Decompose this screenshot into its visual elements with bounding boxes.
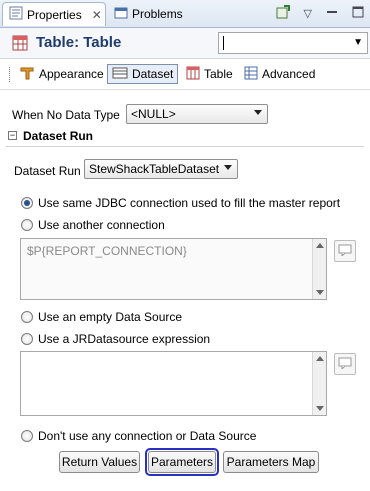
chevron-down-icon [224,165,232,170]
scroll-up-icon[interactable] [316,356,324,361]
scrollbar[interactable] [312,352,326,415]
dataset-run-select[interactable]: StewShackTableDataset [84,159,238,179]
tab-label: Problems [132,7,183,21]
title-bar: Table: Table ▼ [0,28,370,59]
table-icon [186,66,200,83]
jrdatasource-expression-field[interactable] [20,351,327,416]
radio-same-jdbc[interactable] [21,197,33,209]
radio-label-jrdatasource: Use a JRDatasource expression [38,332,211,346]
minimize-icon[interactable] [326,7,338,20]
expression-editor-icon [338,244,352,259]
select-value: <NULL> [131,107,176,121]
toolbar-grip [9,67,12,82]
section-tabs: Appearance Dataset Table Advanced [0,59,370,90]
connection-expression-field[interactable]: $P{REPORT_CONNECTION} [20,238,327,300]
page-title: Table: Table [36,34,122,51]
pin-icon[interactable] [276,5,290,22]
tab-label: Advanced [262,67,316,81]
radio-no-connection[interactable] [21,430,33,442]
properties-icon [9,6,23,23]
element-name-input[interactable]: ▼ [218,32,368,54]
radio-label-another-connection: Use another connection [38,218,165,232]
scroll-down-icon[interactable] [316,290,324,295]
maximize-icon[interactable] [352,6,364,21]
parameters-button[interactable]: Parameters [148,451,216,473]
scroll-down-icon[interactable] [316,406,324,411]
dataset-run-label: Dataset Run [14,164,81,178]
section-header-dataset-run: Dataset Run [23,129,94,143]
section-divider [6,146,364,147]
radio-label-no-connection: Don't use any connection or Data Source [38,429,257,443]
tab-label: Properties [27,7,82,22]
when-no-data-label: When No Data Type [12,108,120,122]
scroll-up-icon[interactable] [316,243,324,248]
text-caret [223,36,224,50]
tab-problems[interactable]: Problems [108,2,196,26]
tab-label: Dataset [132,67,174,81]
appearance-icon [19,65,35,84]
advanced-icon [244,66,258,83]
when-no-data-select[interactable]: <NULL> [126,104,268,124]
expression-editor-icon [338,357,352,372]
expression-editor-button[interactable] [334,240,356,262]
parameters-map-button[interactable]: Parameters Map [223,451,319,473]
problems-icon [114,6,128,23]
scrollbar[interactable] [312,239,326,299]
radio-empty-data-source[interactable] [21,311,33,323]
radio-another-connection[interactable] [21,219,33,231]
radio-jrdatasource[interactable] [21,333,33,345]
tab-appearance[interactable]: Appearance [15,64,105,84]
select-value: StewShackTableDataset [89,162,220,176]
tab-properties[interactable]: Properties ✕ [2,2,106,26]
tab-table[interactable]: Table [182,64,238,84]
radio-label-same-jdbc: Use same JDBC connection used to fill th… [38,196,341,210]
collapse-icon[interactable]: − [8,131,17,140]
tab-advanced[interactable]: Advanced [240,64,320,84]
view-toolbar: ▽ [276,5,364,22]
connection-expression-text: $P{REPORT_CONNECTION} [27,244,187,258]
chevron-down-icon [254,110,262,115]
view-tab-strip: Properties ✕ Problems ▽ [0,0,370,28]
view-menu-icon[interactable]: ▽ [304,7,312,20]
expression-editor-button[interactable] [334,353,356,375]
table-icon [12,35,28,54]
dataset-icon [112,66,128,83]
close-icon[interactable]: ✕ [92,8,102,22]
return-values-button[interactable]: Return Values [59,451,140,473]
radio-label-empty-data-source: Use an empty Data Source [38,310,183,324]
tab-label: Appearance [39,67,104,81]
tab-label: Table [204,67,233,81]
chevron-down-icon[interactable]: ▼ [353,37,363,48]
tab-dataset[interactable]: Dataset [107,64,178,84]
